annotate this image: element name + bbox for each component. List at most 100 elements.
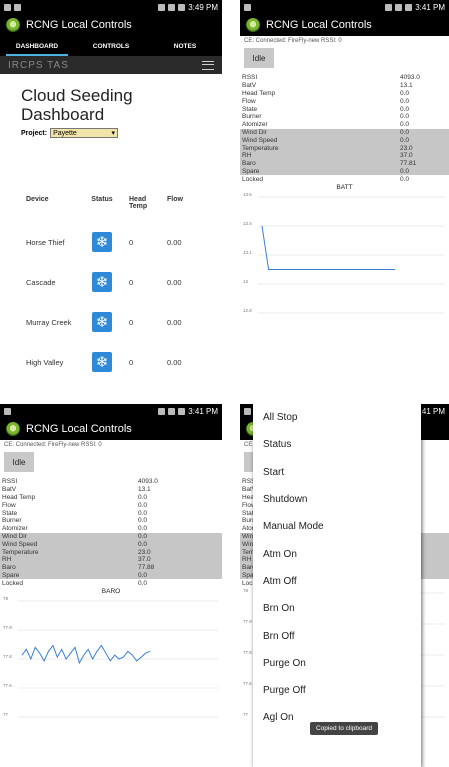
status-cell: ❄ xyxy=(80,232,124,252)
reading-row: RH 37.0 xyxy=(0,555,222,564)
battery-icon xyxy=(405,3,413,11)
y-tick-label: 77.6 xyxy=(243,681,252,686)
signal-icon xyxy=(168,3,176,11)
menu-item-atm-off[interactable]: Atm Off xyxy=(253,568,421,595)
menu-item-shutdown[interactable]: Shutdown xyxy=(253,486,421,513)
idle-button[interactable]: Idle xyxy=(4,452,34,472)
device-row[interactable]: Horse Thief ❄ 0 0.00 xyxy=(0,222,222,262)
site-logo: IRCPS TAS xyxy=(8,59,69,71)
reading-label: State xyxy=(242,105,258,113)
menu-item-manual-mode[interactable]: Manual Mode xyxy=(253,513,421,540)
reading-label: RH xyxy=(242,152,252,160)
status-cell: ❄ xyxy=(80,312,124,332)
device-row[interactable]: Cascade ❄ 0 0.00 xyxy=(0,262,222,302)
tab-notes[interactable]: NOTES xyxy=(148,36,222,56)
reading-label: BatV xyxy=(2,486,17,494)
menu-item-purge-on[interactable]: Purge On xyxy=(253,650,421,677)
menu-item-brn-off[interactable]: Brn Off xyxy=(253,622,421,649)
reading-label: RSSI xyxy=(242,74,258,82)
reading-value: 4093.0 xyxy=(138,478,158,486)
app-bar: RCNG Local Controls xyxy=(240,14,449,36)
reading-row: Atomizer 0.0 xyxy=(240,121,449,129)
battery-icon xyxy=(178,3,186,11)
command-menu: All Stop Status Start Shutdown Manual Mode At… xyxy=(253,404,421,767)
status-cell: ❄ xyxy=(80,352,124,372)
reading-value: 4093.0 xyxy=(400,74,420,82)
col-head-temp: Head Temp xyxy=(129,196,148,210)
page-title-line2: Dashboard xyxy=(21,105,105,124)
reading-value: 0.0 xyxy=(400,121,410,129)
reading-value: 23.0 xyxy=(138,548,151,556)
reading-value: 0.0 xyxy=(138,493,148,501)
device-row[interactable]: High Valley ❄ 0 0.00 xyxy=(0,342,222,378)
snowflake-icon[interactable]: ❄ xyxy=(92,272,112,292)
flow-value: 0.00 xyxy=(167,357,182,367)
menu-item-brn-on[interactable]: Brn On xyxy=(253,595,421,622)
menu-item-start[interactable]: Start xyxy=(253,459,421,486)
snowflake-icon[interactable]: ❄ xyxy=(92,232,112,252)
app-title: RCNG Local Controls xyxy=(26,19,132,31)
reading-value: 0.0 xyxy=(400,97,410,105)
status-bar: 3:49 PM xyxy=(0,0,222,14)
reading-value: 0.0 xyxy=(400,175,410,183)
reading-row: Temperature 23.0 xyxy=(0,548,222,556)
page-title: Cloud Seeding Dashboard xyxy=(0,74,222,124)
menu-item-purge-off[interactable]: Purge Off xyxy=(253,677,421,704)
reading-row: Temperature 23.0 xyxy=(240,144,449,152)
app-title: RCNG Local Controls xyxy=(26,423,132,435)
chart-title-batt: BATT xyxy=(336,184,353,192)
status-time: 3:49 PM xyxy=(188,2,218,12)
y-tick-label: 78 xyxy=(243,588,249,593)
idle-button[interactable]: Idle xyxy=(244,48,274,68)
hamburger-menu-icon[interactable] xyxy=(202,60,214,70)
y-tick-label: 78 xyxy=(3,596,9,601)
page-title-line1: Cloud Seeding xyxy=(21,86,133,105)
reading-value: 13.1 xyxy=(400,82,413,90)
y-tick-label: 77.6 xyxy=(3,683,12,688)
reading-label: Temperature xyxy=(242,144,279,152)
head-temp-value: 0 xyxy=(129,357,134,367)
reading-label: Burner xyxy=(242,113,262,121)
reading-value: 37.0 xyxy=(400,152,413,160)
reading-row: Head Temp 0.0 xyxy=(240,90,449,98)
menu-item-status[interactable]: Status xyxy=(253,431,421,458)
device-table-header: Device Status Head Temp Flow xyxy=(0,192,222,222)
snowflake-icon[interactable]: ❄ xyxy=(92,352,112,372)
menu-item-atm-on[interactable]: Atm On xyxy=(253,540,421,567)
snowflake-icon[interactable]: ❄ xyxy=(92,312,112,332)
device-name: Horse Thief xyxy=(26,237,65,247)
y-tick-label: 77.8 xyxy=(3,654,12,659)
menu-item-all-stop[interactable]: All Stop xyxy=(253,404,421,431)
reading-label: Head Temp xyxy=(2,493,36,501)
tab-controls[interactable]: CONTROLS xyxy=(74,36,148,56)
reading-row: Spare 0.0 xyxy=(240,167,449,176)
y-tick-label: 77 xyxy=(3,712,9,717)
device-name: High Valley xyxy=(26,357,64,367)
status-cell: ❄ xyxy=(80,272,124,292)
reading-label: Spare xyxy=(242,167,260,175)
reading-value: 0.0 xyxy=(400,167,410,175)
reading-value: 0.0 xyxy=(138,525,148,533)
y-tick-label: 77.8 xyxy=(243,650,252,655)
site-header: IRCPS TAS xyxy=(0,56,222,74)
device-row[interactable]: Murray Creek ❄ 0 0.00 xyxy=(0,302,222,342)
reading-label: Spare xyxy=(2,571,20,579)
reading-row: RSSI 4093.0 xyxy=(0,478,222,486)
tab-dashboard[interactable]: DASHBOARD xyxy=(0,36,74,56)
flow-value: 0.00 xyxy=(167,277,182,287)
reading-row: Locked 0.0 xyxy=(0,579,222,587)
bluetooth-icon xyxy=(158,407,166,415)
bluetooth-icon xyxy=(385,3,393,11)
head-temp-value: 0 xyxy=(129,317,134,327)
reading-value: 77.88 xyxy=(138,564,155,572)
project-select[interactable]: Payette ▾ xyxy=(50,128,119,138)
reading-label: Head Temp xyxy=(242,89,276,97)
reading-row: Flow 0.0 xyxy=(0,501,222,509)
col-device: Device xyxy=(26,196,49,203)
reading-row: State 0.0 xyxy=(240,105,449,113)
reading-value: 0.0 xyxy=(138,579,148,587)
y-tick-label: 13 xyxy=(243,279,249,284)
series-line xyxy=(261,226,395,271)
chart-title-baro: BARO xyxy=(101,588,121,596)
y-tick-label: 12.8 xyxy=(243,308,252,313)
